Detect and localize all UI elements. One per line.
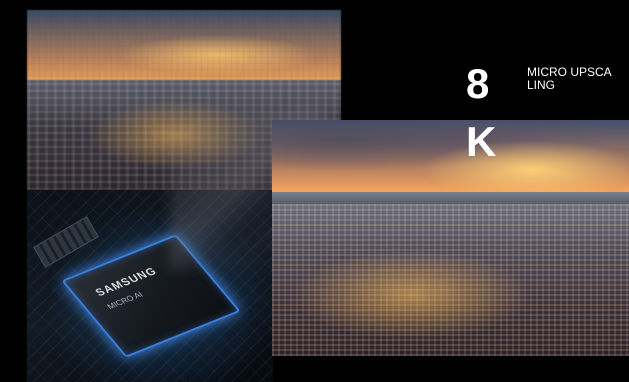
upscaled-cityscape-image	[272, 120, 629, 356]
resolution-number: 8	[466, 60, 490, 107]
hero-banner: SAMSUNG MICRO AI 8 K MICRO UPSCALING	[0, 0, 629, 382]
river	[272, 192, 629, 204]
resolution-unit: K	[466, 118, 497, 165]
feature-label: MICRO UPSCALING	[527, 65, 612, 92]
sunset-glow	[422, 140, 629, 200]
city-lights	[292, 250, 532, 340]
